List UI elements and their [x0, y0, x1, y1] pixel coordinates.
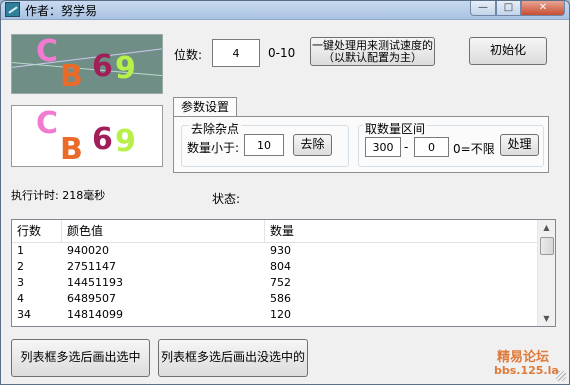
cell-count: 120: [270, 308, 291, 321]
captcha-char-3: 6: [92, 49, 113, 84]
title-bar[interactable]: 作者：努学易 — □ ✕: [1, 1, 569, 20]
captcha-processed-image: C B 6 9: [11, 105, 163, 167]
captcha-original-image: C B 6 9: [11, 34, 163, 94]
resize-grip-icon[interactable]: [556, 371, 566, 381]
range-min-input[interactable]: [365, 137, 401, 157]
table-row[interactable]: 4 6489507 586: [12, 291, 539, 306]
cell-row: 20: [12, 323, 31, 326]
processed-char-4: 9: [115, 124, 136, 159]
processed-char-2: B: [60, 132, 83, 167]
cell-color: 10134457: [62, 323, 123, 326]
noise-count-input[interactable]: [244, 134, 284, 156]
remove-noise-button[interactable]: 去除: [293, 134, 332, 156]
forum-watermark-title: 精易论坛: [497, 350, 550, 365]
list-header: 行数 颜色值 数量: [12, 220, 539, 243]
table-row[interactable]: 1 940020 930: [12, 243, 539, 258]
processed-char-1: C: [36, 106, 59, 141]
range-max-input[interactable]: [414, 137, 449, 157]
column-header-count[interactable]: 数量: [265, 220, 539, 242]
forum-watermark-url: bbs.125.la: [494, 364, 559, 377]
cell-color: 2751147: [67, 260, 116, 273]
scroll-down-icon[interactable]: ▼: [539, 311, 554, 326]
cell-row: 2: [17, 260, 24, 273]
range-hint: 0=不限: [453, 142, 495, 156]
cell-row: 34: [17, 308, 31, 321]
main-window: 作者：努学易 — □ ✕ C B 6 9 C B 6 9 位数: 0-10 一键…: [0, 0, 570, 385]
window-title: 作者：努学易: [25, 4, 98, 18]
table-row[interactable]: 3 14451193 752: [12, 275, 539, 290]
cell-row: 1: [17, 244, 24, 257]
cell-count: 72: [265, 323, 284, 326]
list-scrollbar[interactable]: ▲ ▼: [537, 220, 555, 326]
count-range-title: 取数量区间: [363, 120, 428, 137]
init-button[interactable]: 初始化: [469, 37, 547, 65]
close-button[interactable]: ✕: [521, 1, 565, 16]
maximize-button[interactable]: □: [496, 1, 521, 16]
execution-timer: 执行计时: 218毫秒: [11, 189, 106, 202]
noise-line: [12, 46, 162, 69]
table-row[interactable]: 2 2751147 804: [12, 259, 539, 274]
digit-range-label: 0-10: [268, 46, 296, 60]
captcha-char-1: C: [36, 34, 59, 69]
digit-count-label: 位数:: [174, 48, 203, 62]
cell-count: 586: [270, 292, 291, 305]
status-label: 状态:: [212, 192, 241, 206]
process-range-button[interactable]: 处理: [500, 134, 539, 156]
cell-color: 14451193: [67, 276, 123, 289]
column-header-row[interactable]: 行数: [12, 220, 62, 242]
table-row[interactable]: 20 10134457 72: [12, 323, 539, 326]
cell-count: 752: [270, 276, 291, 289]
table-row[interactable]: 34 14814099 120: [12, 307, 539, 322]
one-click-process-button[interactable]: 一键处理用来测试速度的（以默认配置为主）: [310, 37, 435, 66]
captcha-char-4: 9: [115, 51, 136, 86]
color-list[interactable]: 行数 颜色值 数量 1 940020 930 2 2751147 804 3 1…: [11, 219, 556, 327]
app-icon: [5, 2, 20, 17]
cell-row: 4: [17, 292, 24, 305]
cell-count: 930: [270, 244, 291, 257]
scroll-up-icon[interactable]: ▲: [539, 220, 554, 235]
scroll-thumb[interactable]: [540, 237, 554, 255]
noise-removal-title: 去除杂点: [189, 120, 242, 137]
digit-count-input[interactable]: [212, 39, 260, 67]
cell-row: 3: [17, 276, 24, 289]
column-header-color[interactable]: 颜色值: [62, 220, 265, 242]
minimize-button[interactable]: —: [470, 1, 496, 16]
draw-unselected-button[interactable]: 列表框多选后画出没选中的: [158, 339, 308, 377]
processed-char-3: 6: [92, 122, 113, 157]
cell-color: 940020: [67, 244, 109, 257]
cell-color: 14814099: [67, 308, 123, 321]
tab-settings[interactable]: 参数设置: [173, 97, 237, 117]
captcha-char-2: B: [60, 59, 83, 94]
noise-count-label: 数量小于:: [187, 141, 240, 155]
range-separator: -: [404, 140, 409, 154]
cell-color: 6489507: [67, 292, 116, 305]
noise-line: [12, 61, 162, 78]
cell-count: 804: [270, 260, 291, 273]
draw-selected-button[interactable]: 列表框多选后画出选中: [11, 339, 150, 377]
